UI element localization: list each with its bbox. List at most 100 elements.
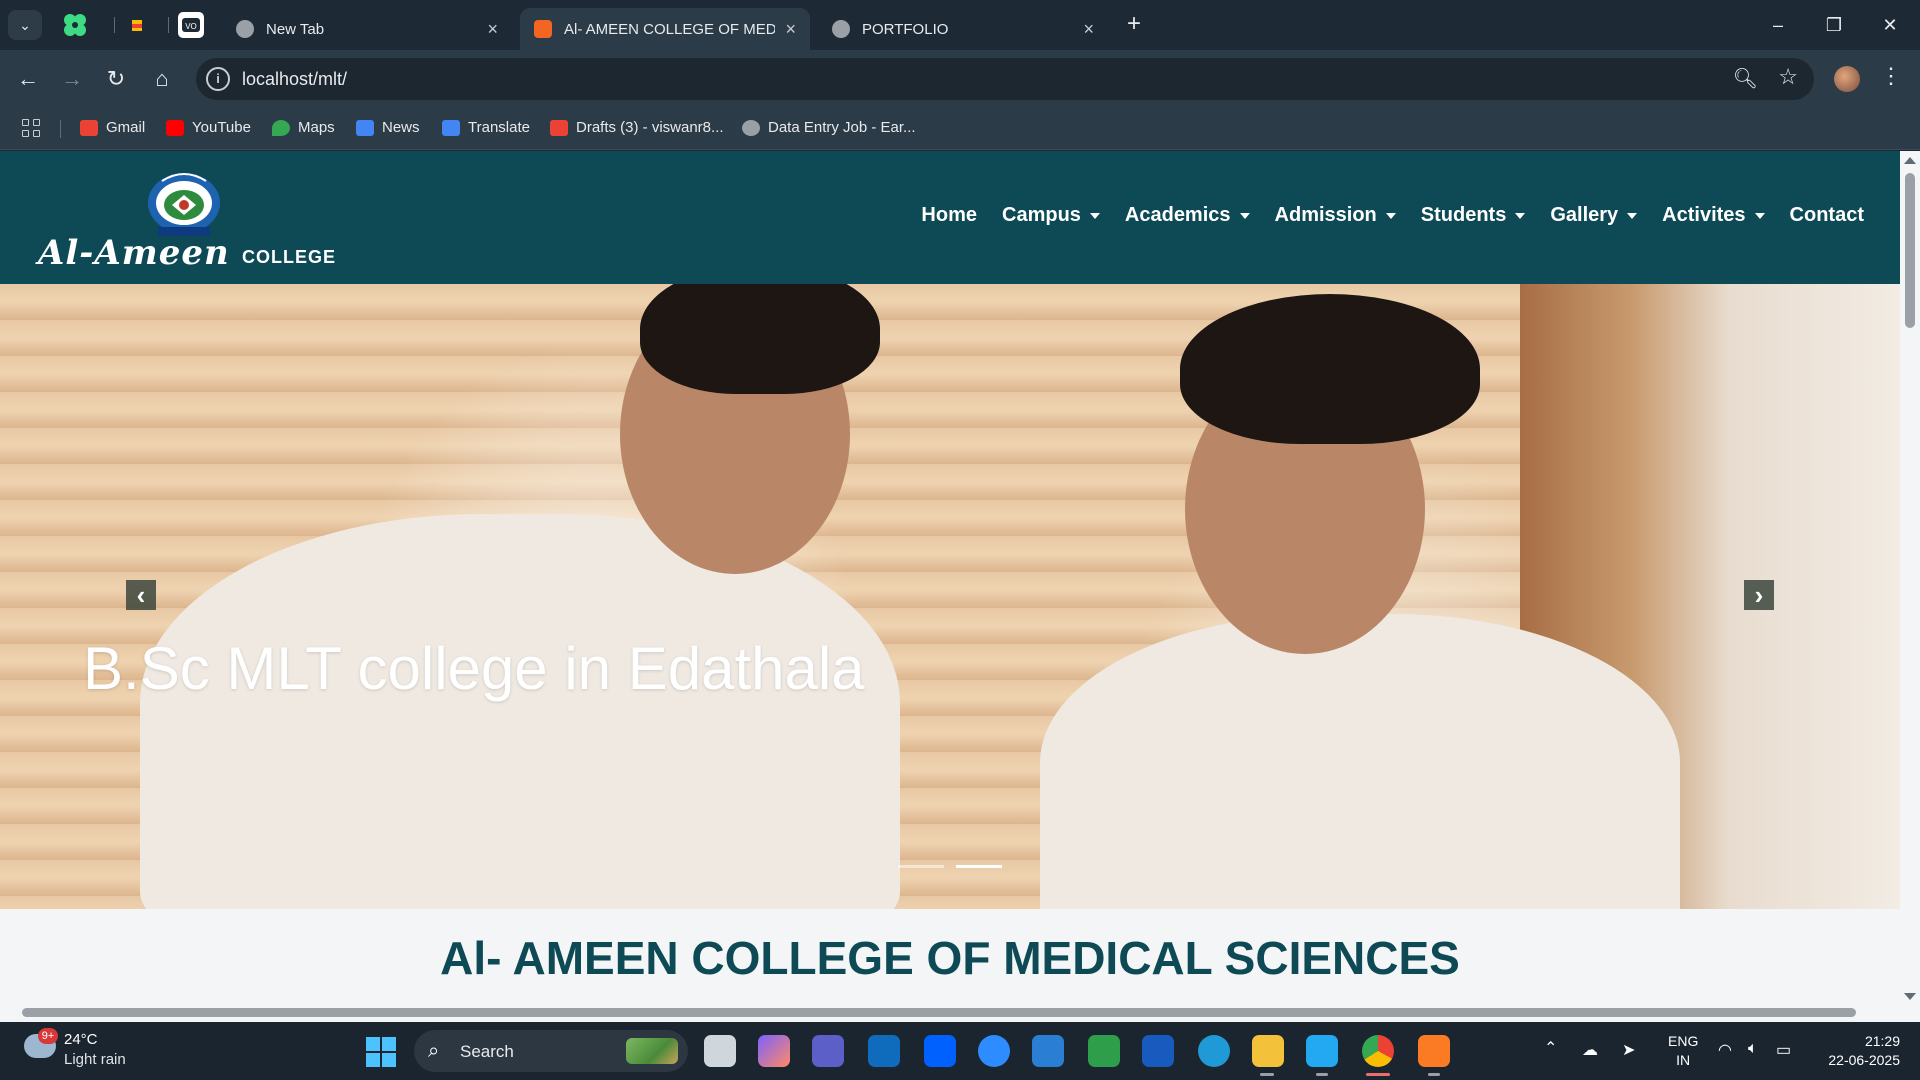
globe-icon [742, 119, 760, 136]
restore-button[interactable]: ❐ [1814, 10, 1854, 40]
site-info-icon[interactable]: i [206, 67, 230, 91]
vertical-scroll-thumb[interactable] [1905, 173, 1915, 328]
tab-search-button[interactable]: ⌄ [8, 10, 42, 40]
caret-down-icon [1627, 212, 1638, 219]
caret-down-icon [1385, 212, 1396, 219]
tab-divider [168, 17, 169, 33]
bookmark-maps[interactable]: Maps [272, 119, 335, 136]
weather-description[interactable]: Light rain [64, 1051, 126, 1068]
tab-al-ameen[interactable]: Al- AMEEN COLLEGE OF MEDIC × [520, 8, 810, 50]
minimize-button[interactable]: – [1758, 10, 1798, 40]
address-bar[interactable]: i localhost/mlt/ 🔍︎ ☆ [196, 58, 1814, 100]
tab-divider [114, 17, 115, 33]
wifi-icon[interactable]: ◠ [1718, 1040, 1738, 1059]
system-clock[interactable]: 21:29 22-06-2025 [1816, 1032, 1900, 1070]
close-tab-icon[interactable]: × [785, 19, 796, 40]
nav-campus[interactable]: Campus [1002, 204, 1100, 227]
carousel-indicator[interactable] [898, 865, 944, 868]
web-page: Al-Ameen COLLEGE Home Campus Academics A… [0, 151, 1900, 1004]
new-tab-button[interactable]: + [1120, 10, 1148, 38]
bookmark-youtube[interactable]: YouTube [166, 119, 251, 136]
xampp-icon[interactable] [1418, 1035, 1450, 1067]
college-emblem-icon [148, 173, 220, 236]
taskbar-search[interactable]: ⌕ Search [414, 1030, 688, 1072]
bookmark-data-entry[interactable]: Data Entry Job - Ear... [742, 119, 916, 136]
address-url[interactable]: localhost/mlt/ [242, 69, 347, 90]
location-icon[interactable]: ➤ [1622, 1040, 1642, 1059]
bookmark-news[interactable]: News [356, 119, 420, 136]
tab-new-tab[interactable]: New Tab × [222, 8, 512, 50]
bookmark-star-icon[interactable]: ☆ [1778, 64, 1798, 90]
teams-icon[interactable] [812, 1035, 844, 1067]
scroll-up-arrow-icon[interactable] [1904, 157, 1916, 164]
battery-icon[interactable]: ▭ [1776, 1040, 1796, 1059]
bookmark-label: Maps [298, 119, 335, 136]
close-tab-icon[interactable]: × [487, 19, 498, 40]
language-indicator[interactable]: ENG IN [1668, 1032, 1698, 1070]
scroll-down-arrow-icon[interactable] [1904, 993, 1916, 1000]
apps-grid-icon[interactable] [22, 119, 42, 139]
carousel-prev-button[interactable]: ‹ [126, 580, 156, 610]
bookmark-drafts[interactable]: Drafts (3) - viswanr8... [550, 119, 724, 136]
close-tab-icon[interactable]: × [1083, 19, 1094, 40]
remote-desktop-icon[interactable] [1032, 1035, 1064, 1067]
video-app-icon[interactable]: VO [178, 12, 204, 38]
search-label: Search [460, 1042, 514, 1061]
onedrive-icon[interactable]: ☁ [1582, 1040, 1602, 1059]
edge-icon[interactable] [1198, 1035, 1230, 1067]
file-explorer-icon[interactable] [1252, 1035, 1284, 1067]
nav-admission[interactable]: Admission [1275, 204, 1396, 227]
outlook-icon[interactable] [868, 1035, 900, 1067]
logo-college-label: COLLEGE [242, 247, 337, 267]
close-window-button[interactable]: ✕ [1870, 10, 1910, 40]
volume-icon[interactable]: 🔈︎ [1748, 1040, 1768, 1058]
start-button[interactable] [366, 1037, 396, 1067]
bookmark-label: YouTube [192, 119, 251, 136]
zoom-icon[interactable] [978, 1035, 1010, 1067]
globe-icon [832, 20, 850, 38]
copilot-icon[interactable] [758, 1035, 790, 1067]
running-indicator [1316, 1073, 1328, 1076]
back-button[interactable]: ← [12, 63, 44, 95]
profile-avatar[interactable] [1834, 66, 1860, 92]
vscode-icon[interactable] [1306, 1035, 1338, 1067]
clover-app-icon[interactable] [62, 12, 88, 38]
tab-portfolio[interactable]: PORTFOLIO × [818, 8, 1108, 50]
nav-activites[interactable]: Activites [1662, 204, 1765, 227]
bookmark-gmail[interactable]: Gmail [80, 119, 145, 136]
main-navigation: Home Campus Academics Admission Students… [921, 204, 1864, 227]
nav-contact[interactable]: Contact [1790, 204, 1864, 227]
site-header: Al-Ameen COLLEGE Home Campus Academics A… [0, 151, 1900, 284]
show-hidden-icons[interactable]: ⌃ [1544, 1038, 1557, 1058]
colorful-app-icon[interactable] [124, 12, 150, 38]
nav-gallery[interactable]: Gallery [1550, 204, 1638, 227]
youtube-icon [166, 119, 184, 136]
nav-home[interactable]: Home [921, 204, 977, 227]
running-indicator [1260, 1073, 1274, 1076]
college-logo[interactable]: Al-Ameen COLLEGE [38, 169, 343, 273]
section-title: Al- AMEEN COLLEGE OF MEDICAL SCIENCES [440, 932, 1460, 984]
browser-menu-icon[interactable]: ⋮ [1880, 63, 1902, 89]
carousel-next-button[interactable]: › [1744, 580, 1774, 610]
zoom-icon[interactable]: 🔍︎ [1733, 66, 1758, 91]
home-button[interactable]: ⌂ [146, 63, 178, 95]
caret-down-icon [1089, 212, 1100, 219]
weather-temperature[interactable]: 24°C [64, 1031, 98, 1048]
solitaire-icon[interactable] [1088, 1035, 1120, 1067]
weather-badge: 9+ [38, 1028, 58, 1044]
vertical-scrollbar[interactable] [1900, 151, 1920, 1004]
dropbox-icon[interactable] [924, 1035, 956, 1067]
nav-students[interactable]: Students [1421, 204, 1526, 227]
bookmark-translate[interactable]: Translate [442, 119, 530, 136]
word-icon[interactable] [1142, 1035, 1174, 1067]
browser-toolbar: ← → ↻ ⌂ i localhost/mlt/ 🔍︎ ☆ ⋮ [0, 50, 1920, 108]
horizontal-scrollbar[interactable] [0, 1004, 1920, 1022]
chrome-icon[interactable] [1362, 1035, 1394, 1067]
xampp-favicon-icon [534, 20, 552, 38]
reload-button[interactable]: ↻ [100, 63, 132, 95]
task-view-icon[interactable] [704, 1035, 736, 1067]
nav-academics[interactable]: Academics [1125, 204, 1250, 227]
carousel-indicator-active[interactable] [956, 865, 1002, 868]
horizontal-scroll-thumb[interactable] [22, 1008, 1856, 1017]
forward-button[interactable]: → [56, 63, 88, 95]
